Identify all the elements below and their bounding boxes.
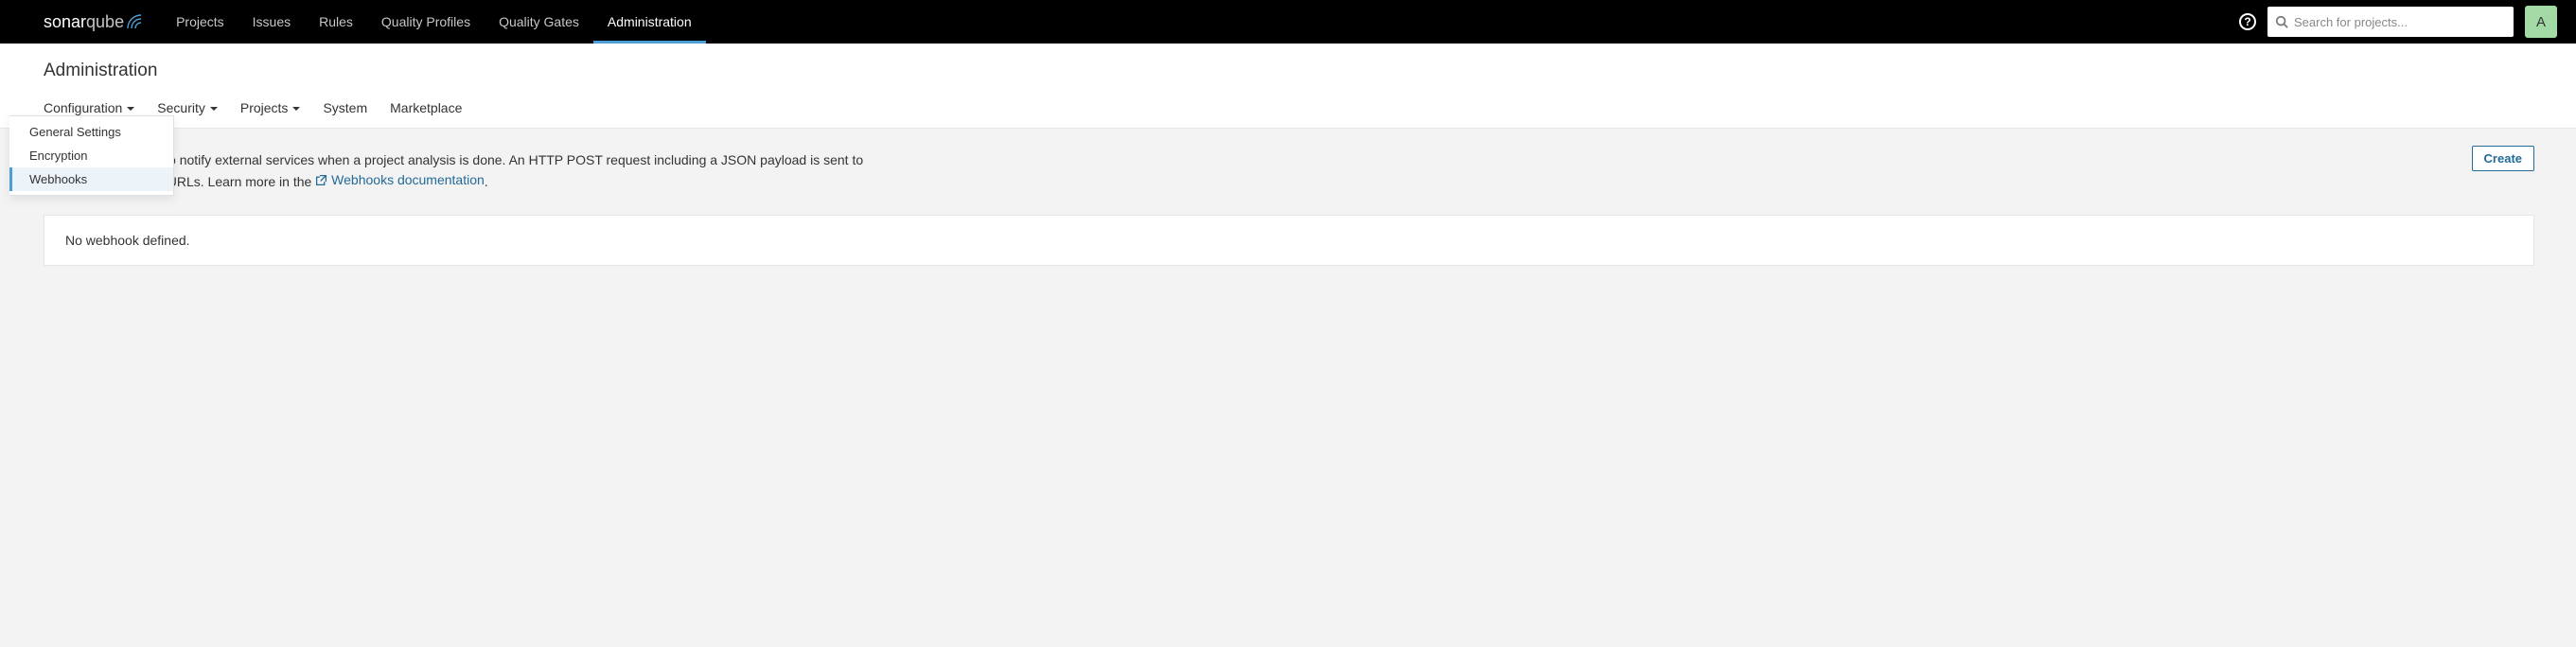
nav-label: Projects bbox=[176, 14, 224, 29]
subnav-label: Configuration bbox=[44, 100, 122, 115]
admin-subnav: Configuration Security Projects System M… bbox=[44, 100, 2576, 128]
external-link-icon bbox=[315, 174, 327, 186]
doc-link-label: Webhooks documentation bbox=[331, 170, 485, 190]
nav-quality-gates[interactable]: Quality Gates bbox=[485, 0, 593, 44]
dropdown-webhooks[interactable]: Webhooks bbox=[9, 167, 173, 191]
webhooks-doc-link[interactable]: Webhooks documentation bbox=[315, 170, 485, 190]
search-input[interactable] bbox=[2267, 7, 2514, 37]
empty-state-text: No webhook defined. bbox=[65, 233, 190, 248]
top-navbar: sonarqube Projects Issues Rules Quality … bbox=[0, 0, 2576, 44]
search-icon bbox=[2275, 15, 2288, 28]
brand-part2: qube bbox=[86, 12, 124, 32]
subnav-label: Security bbox=[157, 100, 205, 115]
primary-nav: Projects Issues Rules Quality Profiles Q… bbox=[162, 0, 706, 44]
nav-label: Issues bbox=[253, 14, 291, 29]
create-button[interactable]: Create bbox=[2472, 146, 2534, 171]
main-content: Create Webhooks are used to notify exter… bbox=[0, 129, 2576, 304]
subnav-label: Projects bbox=[240, 100, 289, 115]
nav-administration[interactable]: Administration bbox=[593, 0, 706, 44]
search-wrap bbox=[2267, 7, 2514, 37]
subnav-system[interactable]: System bbox=[323, 100, 367, 128]
nav-projects[interactable]: Projects bbox=[162, 0, 238, 44]
nav-label: Administration bbox=[608, 14, 692, 29]
nav-label: Rules bbox=[319, 14, 353, 29]
desc-suffix: . bbox=[485, 174, 488, 189]
page-title: Administration bbox=[44, 61, 2576, 81]
caret-down-icon bbox=[210, 107, 218, 111]
help-label: ? bbox=[2244, 15, 2250, 28]
nav-rules[interactable]: Rules bbox=[305, 0, 367, 44]
dropdown-encryption[interactable]: Encryption bbox=[9, 144, 173, 167]
admin-subheader: Administration Configuration Security Pr… bbox=[0, 44, 2576, 129]
avatar[interactable]: A bbox=[2525, 6, 2557, 38]
avatar-initial: A bbox=[2536, 14, 2546, 30]
nav-label: Quality Profiles bbox=[381, 14, 470, 29]
brand-waves-icon bbox=[126, 13, 143, 30]
nav-quality-profiles[interactable]: Quality Profiles bbox=[367, 0, 485, 44]
subnav-marketplace[interactable]: Marketplace bbox=[390, 100, 462, 128]
brand-part1: sonar bbox=[44, 12, 86, 32]
subnav-label: Marketplace bbox=[390, 100, 462, 115]
nav-issues[interactable]: Issues bbox=[238, 0, 305, 44]
subnav-label: System bbox=[323, 100, 367, 115]
brand-logo[interactable]: sonarqube bbox=[44, 0, 143, 44]
caret-down-icon bbox=[292, 107, 300, 111]
caret-down-icon bbox=[127, 107, 134, 111]
nav-label: Quality Gates bbox=[499, 14, 579, 29]
configuration-dropdown: General Settings Encryption Webhooks bbox=[9, 115, 174, 196]
help-icon[interactable]: ? bbox=[2239, 13, 2256, 30]
dropdown-general-settings[interactable]: General Settings bbox=[9, 120, 173, 144]
empty-state-panel: No webhook defined. bbox=[44, 215, 2534, 266]
subnav-projects[interactable]: Projects bbox=[240, 100, 301, 128]
